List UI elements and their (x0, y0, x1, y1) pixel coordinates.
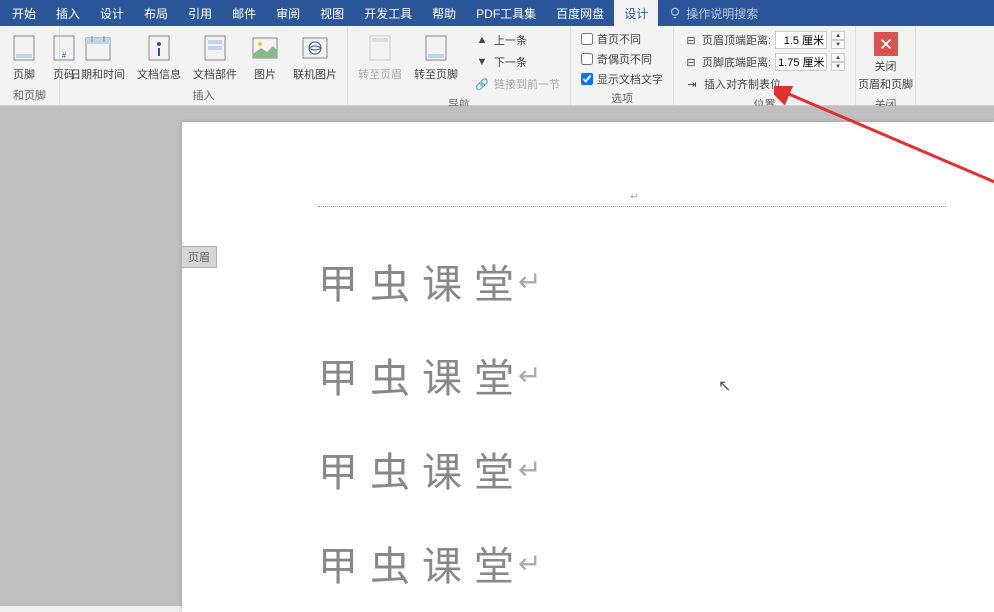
first-page-diff-input[interactable] (581, 33, 593, 45)
close-label-2: 页眉和页脚 (858, 76, 913, 92)
header-top-row: ⊟ 页眉顶端距离: ▲ ▼ (680, 30, 849, 50)
footer-bottom-down[interactable]: ▼ (831, 62, 845, 71)
odd-even-diff-input[interactable] (581, 53, 593, 65)
footer-label: 页脚 (13, 66, 35, 82)
menu-start[interactable]: 开始 (2, 0, 46, 26)
datetime-button[interactable]: 日期和时间 (66, 30, 129, 84)
next-label: 下一条 (494, 54, 527, 70)
header-top-input[interactable] (775, 31, 827, 49)
header-top-down[interactable]: ▼ (831, 40, 845, 49)
goto-header-label: 转至页眉 (358, 66, 402, 82)
page[interactable]: ↵ 页眉 甲虫课堂↵ 甲虫课堂↵ 甲虫课堂↵ 甲虫课堂↵ ↖ (182, 122, 994, 612)
goto-footer-button[interactable]: 转至页脚 (410, 30, 462, 84)
group-options-label: 选项 (577, 88, 667, 106)
docinfo-label: 文档信息 (137, 66, 181, 82)
goto-header-icon (368, 34, 392, 62)
body-line-1[interactable]: 甲虫课堂↵ (318, 252, 553, 310)
lightbulb-icon (668, 6, 682, 20)
body-line-3[interactable]: 甲虫课堂↵ (318, 440, 553, 498)
docparts-label: 文档部件 (193, 66, 237, 82)
menu-insert[interactable]: 插入 (46, 0, 90, 26)
insert-align-tab-label: 插入对齐制表位 (704, 76, 781, 92)
prev-section-button[interactable]: ▲ 上一条 (470, 30, 564, 50)
online-picture-label: 联机图片 (293, 66, 337, 82)
document-area: ↵ 页眉 甲虫课堂↵ 甲虫课堂↵ 甲虫课堂↵ 甲虫课堂↵ ↖ (0, 106, 994, 606)
online-picture-icon (301, 36, 329, 60)
ribbon: 页脚 # 页码 和页脚 日期和时间 文档信息 文档部件 (0, 26, 994, 106)
header-top-icon: ⊟ (684, 33, 698, 47)
docparts-button[interactable]: 文档部件 (189, 30, 241, 84)
menu-mail[interactable]: 邮件 (222, 0, 266, 26)
link-icon: 🔗 (474, 76, 490, 92)
body-line-4[interactable]: 甲虫课堂↵ (318, 534, 553, 592)
cursor-pointer: ↖ (718, 376, 731, 396)
align-tab-icon: ⇥ (684, 76, 700, 92)
prev-label: 上一条 (494, 32, 527, 48)
footer-bottom-icon: ⊟ (684, 55, 698, 69)
datetime-label: 日期和时间 (70, 66, 125, 82)
footer-icon (12, 34, 36, 62)
menu-bar: 开始 插入 设计 布局 引用 邮件 审阅 视图 开发工具 帮助 PDF工具集 百… (0, 0, 994, 26)
calendar-icon (84, 34, 112, 62)
odd-even-diff-checkbox[interactable]: 奇偶页不同 (577, 50, 667, 68)
prev-icon: ▲ (474, 32, 490, 48)
next-icon: ▼ (474, 54, 490, 70)
docinfo-icon (147, 34, 171, 62)
close-x-icon (879, 37, 893, 51)
next-section-button[interactable]: ▼ 下一条 (470, 52, 564, 72)
tell-me-search[interactable]: 操作说明搜索 (658, 5, 768, 22)
first-page-diff-checkbox[interactable]: 首页不同 (577, 30, 667, 48)
docinfo-button[interactable]: 文档信息 (133, 30, 185, 84)
link-prev-label: 链接到前一节 (494, 76, 560, 92)
menu-design[interactable]: 设计 (90, 0, 134, 26)
group-insert-label: 插入 (66, 85, 341, 103)
body-line-2[interactable]: 甲虫课堂↵ (318, 346, 553, 404)
menu-review[interactable]: 审阅 (266, 0, 310, 26)
docparts-icon (203, 34, 227, 62)
header-tag: 页眉 (181, 246, 217, 268)
online-picture-button[interactable]: 联机图片 (289, 30, 341, 84)
header-boundary (318, 206, 946, 207)
close-label-1: 关闭 (875, 58, 897, 74)
menu-view[interactable]: 视图 (310, 0, 354, 26)
footer-bottom-label: 页脚底端距离: (702, 54, 771, 70)
menu-baidu[interactable]: 百度网盘 (546, 0, 614, 26)
close-header-footer-button[interactable]: 关闭 页眉和页脚 (862, 30, 909, 94)
picture-button[interactable]: 图片 (245, 30, 285, 84)
link-prev-button[interactable]: 🔗 链接到前一节 (470, 74, 564, 94)
picture-icon (251, 36, 279, 60)
close-icon-box (874, 32, 898, 56)
menu-references[interactable]: 引用 (178, 0, 222, 26)
show-doc-text-label: 显示文档文字 (597, 71, 663, 87)
tell-me-label: 操作说明搜索 (686, 5, 758, 22)
menu-layout[interactable]: 布局 (134, 0, 178, 26)
menu-devtools[interactable]: 开发工具 (354, 0, 422, 26)
show-doc-text-checkbox[interactable]: 显示文档文字 (577, 70, 667, 88)
goto-footer-icon (424, 34, 448, 62)
menu-help[interactable]: 帮助 (422, 0, 466, 26)
menu-header-design[interactable]: 设计 (614, 0, 658, 26)
pilcrow-mark: ↵ (630, 190, 639, 203)
first-page-diff-label: 首页不同 (597, 31, 641, 47)
menu-pdf[interactable]: PDF工具集 (466, 0, 546, 26)
group-header-footer-label: 和页脚 (6, 85, 53, 103)
show-doc-text-input[interactable] (581, 73, 593, 85)
goto-footer-label: 转至页脚 (414, 66, 458, 82)
footer-button[interactable]: 页脚 (6, 30, 42, 84)
insert-align-tab-button[interactable]: ⇥ 插入对齐制表位 (680, 74, 849, 94)
odd-even-diff-label: 奇偶页不同 (597, 51, 652, 67)
goto-header-button[interactable]: 转至页眉 (354, 30, 406, 84)
footer-bottom-row: ⊟ 页脚底端距离: ▲ ▼ (680, 52, 849, 72)
footer-bottom-up[interactable]: ▲ (831, 53, 845, 62)
footer-bottom-input[interactable] (775, 53, 827, 71)
header-top-up[interactable]: ▲ (831, 31, 845, 40)
header-top-label: 页眉顶端距离: (702, 32, 771, 48)
picture-label: 图片 (254, 66, 276, 82)
